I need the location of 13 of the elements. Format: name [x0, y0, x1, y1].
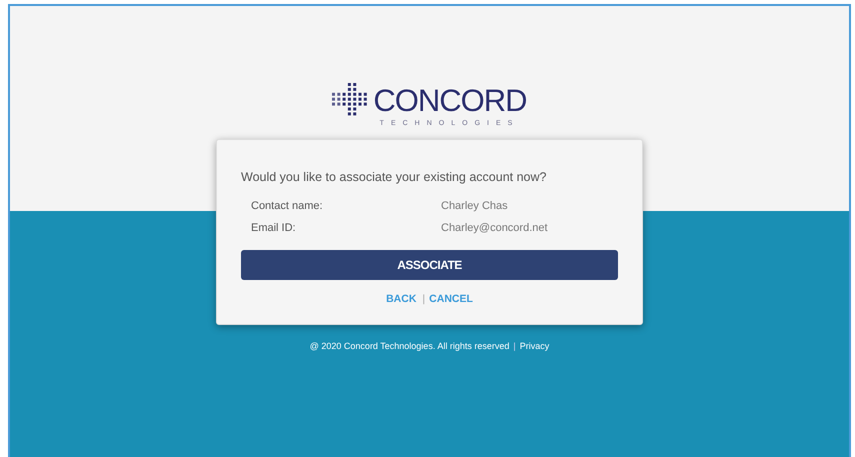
back-link[interactable]: BACK — [386, 292, 416, 308]
dialog-question: Would you like to associate your existing account now? — [241, 168, 548, 186]
field-value: Charley Chas — [441, 199, 508, 214]
associate-button[interactable]: ASSOCIATE — [241, 250, 618, 280]
link-separator: | — [422, 292, 426, 308]
logo-wordmark: CONCORD — [373, 84, 527, 116]
copyright-text: @ 2020 Concord Technologies. All rights reserved — [310, 340, 510, 353]
cancel-link[interactable]: CANCEL — [429, 292, 473, 308]
field-value: Charley@concord.net — [441, 220, 548, 236]
privacy-link[interactable]: Privacy — [520, 340, 550, 354]
footer-separator: | — [513, 340, 516, 353]
field-label: Email ID: — [251, 220, 297, 236]
field-label: Contact name: — [251, 199, 324, 214]
